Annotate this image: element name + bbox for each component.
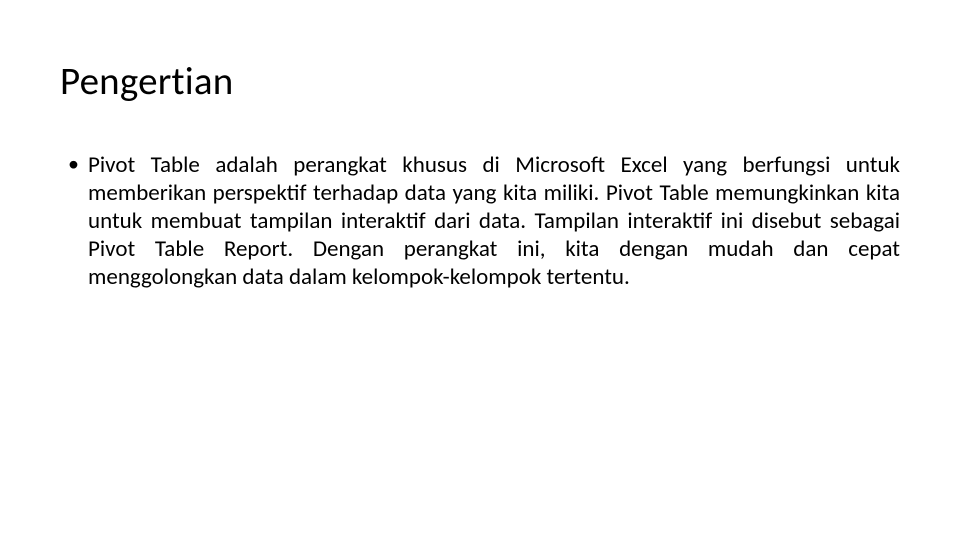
bullet-list: Pivot Table adalah perangkat khusus di M… xyxy=(60,151,900,291)
slide: Pengertian Pivot Table adalah perangkat … xyxy=(0,0,960,540)
bullet-item: Pivot Table adalah perangkat khusus di M… xyxy=(88,151,900,291)
slide-body: Pivot Table adalah perangkat khusus di M… xyxy=(60,151,900,291)
slide-title: Pengertian xyxy=(60,58,900,105)
